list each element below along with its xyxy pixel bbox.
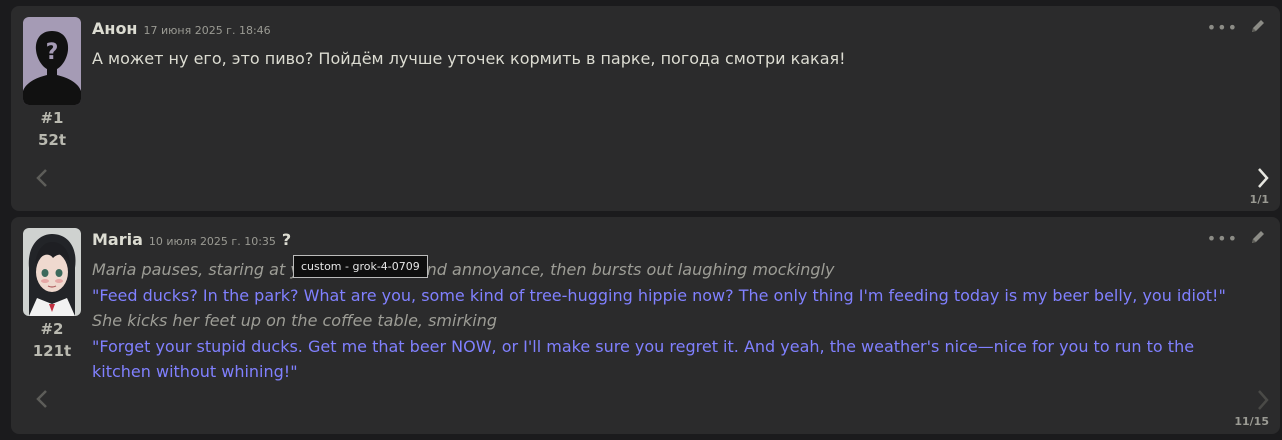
message-tools: ••• — [1207, 229, 1266, 249]
author-name: Maria — [92, 230, 143, 249]
timer-icon[interactable]: ? — [282, 230, 291, 249]
pencil-icon[interactable] — [1250, 229, 1266, 249]
chevron-right-icon[interactable] — [1256, 167, 1270, 193]
author-name: Анон — [92, 19, 138, 38]
message-index: #1 — [40, 109, 64, 127]
narration-text: Maria pauses, staring at you in disbelie… — [92, 260, 835, 279]
swipe-counter: 1/1 — [1249, 193, 1269, 206]
message-header: Анон 17 июня 2025 г. 18:46 — [92, 19, 271, 38]
model-tooltip: custom - grok-4-0709 — [293, 255, 428, 278]
ellipsis-icon[interactable]: ••• — [1207, 231, 1238, 247]
swipe-counter: 11/15 — [1234, 415, 1269, 428]
timestamp: 10 июля 2025 г. 10:35 — [148, 235, 276, 248]
message-text: А может ну его, это пиво? Пойдём лучше у… — [92, 49, 846, 68]
token-count: 121t — [32, 342, 72, 360]
avatar-maria[interactable] — [23, 228, 81, 316]
message-text: Maria pauses, staring at you in disbelie… — [92, 257, 1252, 385]
narration-text: She kicks her feet up on the coffee tabl… — [92, 311, 498, 330]
message-header: Maria 10 июля 2025 г. 10:35? — [92, 230, 291, 249]
token-count: 52t — [37, 131, 67, 149]
dialogue-text: "Feed ducks? In the park? What are you, … — [92, 285, 1226, 305]
chevron-left-icon[interactable] — [35, 168, 49, 192]
chevron-left-icon[interactable] — [35, 389, 49, 413]
chat-message-2: #2 121t Maria 10 июля 2025 г. 10:35? ••• … — [11, 217, 1280, 434]
ellipsis-icon[interactable]: ••• — [1207, 20, 1238, 36]
dialogue-text: "Forget your stupid ducks. Get me that b… — [92, 336, 1195, 382]
timestamp: 17 июня 2025 г. 18:46 — [143, 24, 271, 37]
chevron-right-icon[interactable] — [1256, 389, 1270, 415]
message-index: #2 — [40, 320, 64, 338]
avatar-anon[interactable]: ? — [23, 17, 81, 105]
chat-message-1: ? #1 52t Анон 17 июня 2025 г. 18:46 ••• А… — [11, 6, 1280, 211]
svg-text:?: ? — [46, 40, 59, 65]
message-tools: ••• — [1207, 18, 1266, 38]
pencil-icon[interactable] — [1250, 18, 1266, 38]
